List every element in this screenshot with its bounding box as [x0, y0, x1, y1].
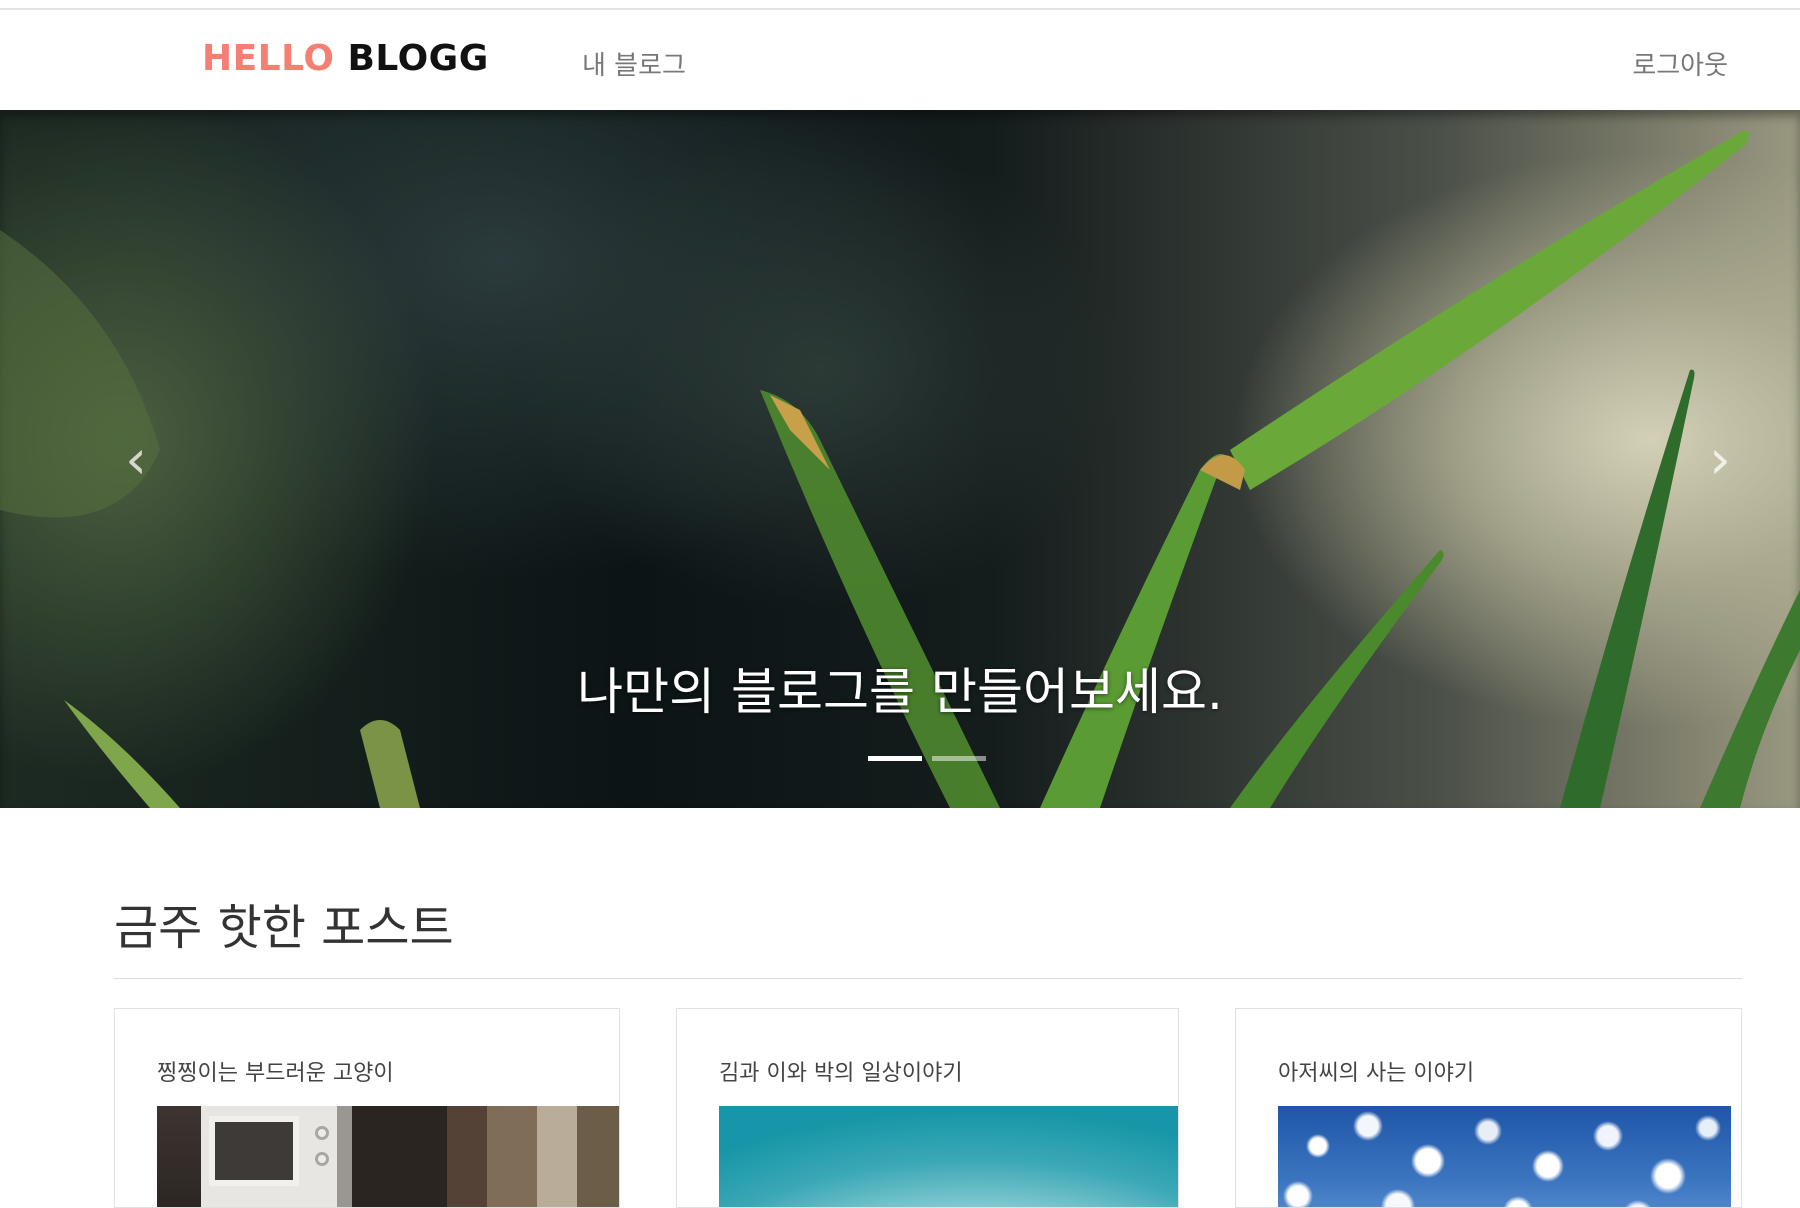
brand-blogg-text: BLOGG [347, 38, 489, 79]
post-card[interactable]: 김과 이와 박의 일상이야기 [676, 1008, 1179, 1208]
post-card-title[interactable]: 찡찡이는 부드러운 고양이 [157, 1055, 394, 1087]
carousel-prev-arrow[interactable]: ‹ [106, 430, 166, 490]
post-card[interactable]: 찡찡이는 부드러운 고양이 [114, 1008, 620, 1208]
hot-posts-title: 금주 핫한 포스트 [114, 900, 454, 956]
post-card[interactable]: 아저씨의 사는 이야기 [1235, 1008, 1742, 1208]
carousel-indicators [868, 756, 988, 764]
microwave-knob [315, 1152, 329, 1166]
navbar: HELLO BLOGG 내 블로그 로그아웃 [0, 10, 1800, 110]
microwave-knob [315, 1126, 329, 1140]
hero-caption: 나만의 블로그를 만들어보세요. [577, 663, 1223, 721]
logout-link[interactable]: 로그아웃 [1632, 45, 1728, 82]
post-card-title[interactable]: 아저씨의 사는 이야기 [1278, 1055, 1474, 1087]
microwave-shape [209, 1116, 299, 1186]
post-card-thumbnail[interactable] [157, 1106, 619, 1207]
brand-logo[interactable]: HELLO BLOGG [202, 38, 489, 79]
brand-hello-text: HELLO [202, 38, 335, 79]
post-card-thumbnail[interactable] [719, 1106, 1178, 1207]
post-card-thumbnail[interactable] [1278, 1106, 1731, 1207]
section-divider [114, 978, 1742, 979]
carousel-indicator-2[interactable] [932, 756, 986, 761]
nav-my-blog-link[interactable]: 내 블로그 [582, 45, 686, 82]
carousel-next-arrow[interactable]: › [1690, 430, 1750, 490]
post-card-title[interactable]: 김과 이와 박의 일상이야기 [719, 1055, 963, 1087]
carousel-indicator-1[interactable] [868, 756, 922, 761]
hero-carousel: ‹ › 나만의 블로그를 만들어보세요. [0, 110, 1800, 808]
top-border [0, 0, 1800, 10]
